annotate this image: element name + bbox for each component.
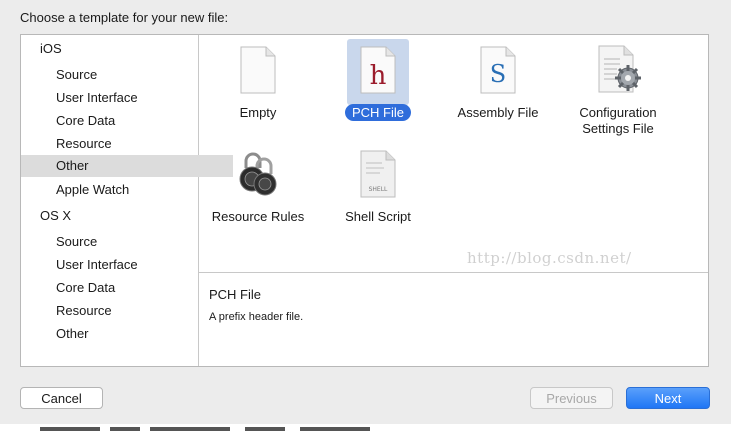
category-sidebar: iOS Source User Interface Core Data Reso… — [21, 35, 233, 366]
assembly-file-icon: S — [480, 46, 516, 94]
window-bottom-edge — [0, 424, 731, 431]
template-grid: Empty h PCH File S Assembly File Configu… — [199, 35, 708, 273]
template-label: PCH File — [344, 104, 411, 121]
template-label: Resource Rules — [211, 209, 305, 224]
template-label-multiline: Configuration Settings File — [558, 105, 678, 137]
template-label-line-2: Settings File — [582, 121, 654, 136]
shell-script-icon: SHELL — [360, 150, 396, 198]
template-content: Empty h PCH File S Assembly File Configu… — [199, 35, 708, 366]
svg-text:SHELL: SHELL — [369, 186, 388, 193]
template-panel: iOS Source User Interface Core Data Reso… — [20, 34, 709, 367]
cancel-button[interactable]: Cancel — [20, 387, 103, 409]
description-text: A prefix header file. — [209, 311, 304, 323]
template-label: Shell Script — [345, 209, 411, 224]
sidebar-platform-osx[interactable]: OS X — [21, 205, 217, 227]
configuration-settings-icon — [598, 45, 641, 93]
template-resource-rules[interactable]: Resource Rules — [198, 147, 318, 247]
pch-file-icon: h — [360, 46, 396, 94]
template-assembly-file[interactable]: S Assembly File — [438, 43, 558, 143]
template-label: Empty — [239, 105, 277, 120]
template-configuration-settings-file[interactable]: Configuration Settings File — [558, 43, 678, 143]
template-label: Assembly File — [457, 105, 539, 120]
template-empty[interactable]: Empty — [198, 43, 318, 143]
dialog-prompt: Choose a template for your new file: — [20, 10, 229, 25]
sidebar-platform-ios[interactable]: iOS — [21, 38, 217, 60]
description-title: PCH File — [209, 287, 262, 302]
watermark-text: http://blog.csdn.net/ — [467, 249, 632, 267]
empty-file-icon — [240, 46, 276, 94]
svg-text:S: S — [490, 60, 506, 88]
template-pch-file[interactable]: h PCH File — [318, 43, 438, 143]
template-shell-script[interactable]: SHELL Shell Script — [318, 147, 438, 247]
template-label-line-1: Configuration — [579, 105, 657, 120]
previous-button[interactable]: Previous — [530, 387, 613, 409]
next-button[interactable]: Next — [626, 387, 710, 409]
svg-text:h: h — [370, 61, 387, 91]
padlock-icon — [239, 152, 277, 196]
